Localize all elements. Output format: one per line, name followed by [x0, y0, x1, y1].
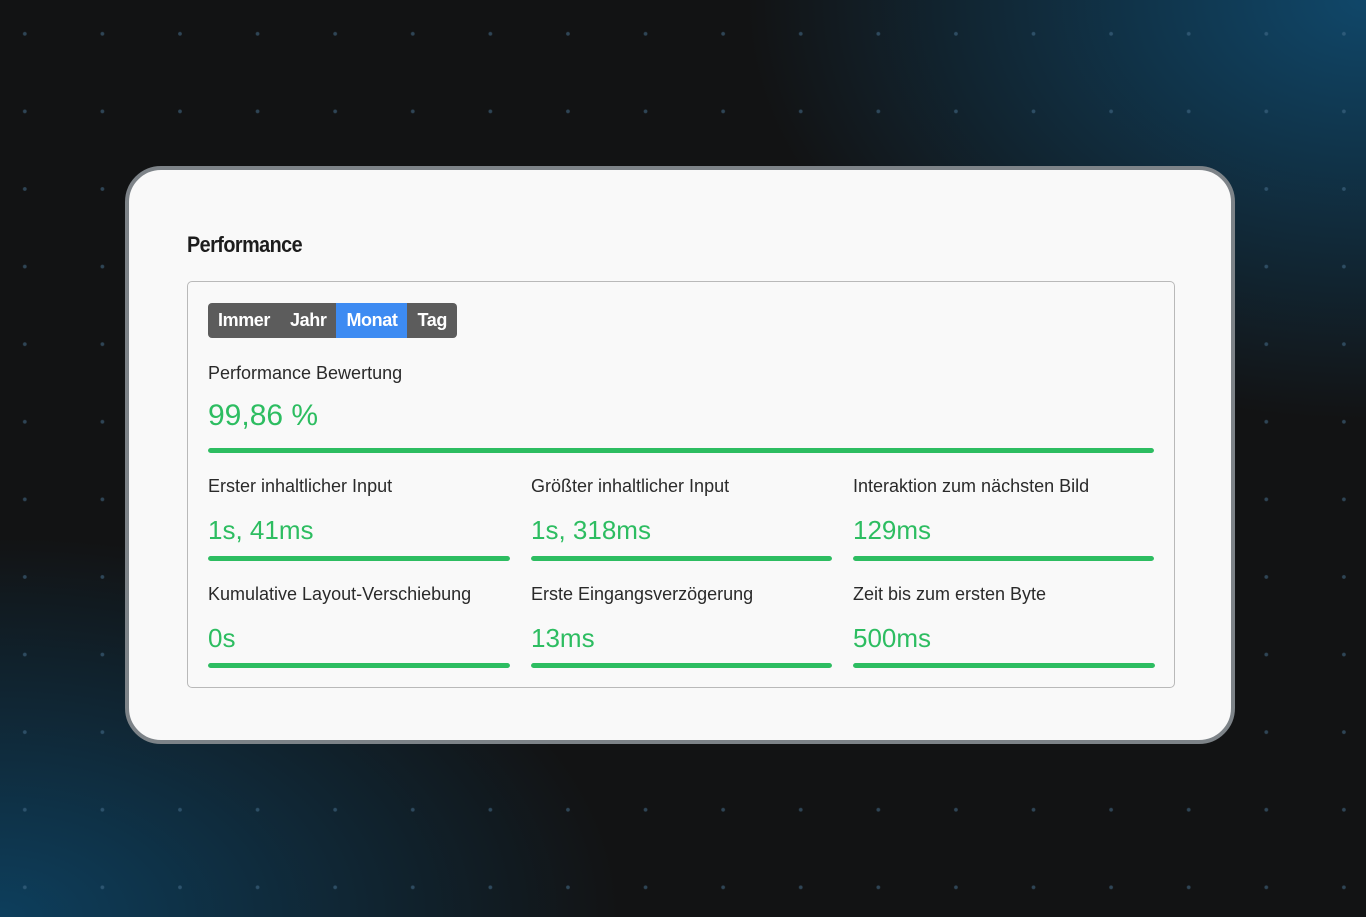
performance-score: Performance Bewertung 99,86 % — [208, 362, 1154, 453]
metric-label: Interaktion zum nächsten Bild — [853, 476, 1090, 496]
metric-value: 500ms — [853, 623, 932, 653]
tab-jahr[interactable]: Jahr — [280, 303, 336, 338]
metric-progress-bar — [208, 556, 510, 561]
metric-progress-fill — [853, 556, 1154, 561]
metric-progress-bar — [531, 556, 832, 561]
performance-card: Performance Immer Jahr Monat Tag Perform… — [125, 166, 1235, 744]
metric-progress-fill — [531, 663, 832, 668]
metric-first-contentful-input: Erster inhaltlicher Input 1s, 41ms — [208, 475, 510, 561]
metric-largest-contentful-input: Größter inhaltlicher Input 1s, 318ms — [531, 475, 832, 561]
metric-label: Erste Eingangsverzögerung — [531, 584, 754, 604]
score-progress-fill — [208, 448, 1154, 453]
metric-value: 13ms — [531, 623, 595, 653]
tab-immer[interactable]: Immer — [208, 303, 280, 338]
score-label: Performance Bewertung — [208, 363, 403, 383]
metric-first-input-delay: Erste Eingangsverzögerung 13ms — [531, 583, 832, 668]
metric-value: 1s, 41ms — [208, 515, 314, 545]
metric-progress-bar — [208, 663, 510, 668]
period-tab-group: Immer Jahr Monat Tag — [208, 303, 457, 338]
metric-value: 0s — [208, 623, 236, 653]
metric-label: Erster inhaltlicher Input — [208, 476, 393, 496]
card-title: Performance — [187, 232, 303, 257]
metric-progress-bar — [853, 556, 1154, 561]
score-value: 99,86 % — [208, 399, 319, 432]
metric-time-to-first-byte: Zeit bis zum ersten Byte 500ms — [853, 583, 1155, 668]
tab-tag[interactable]: Tag — [407, 303, 456, 338]
metric-interaction-to-next-paint: Interaktion zum nächsten Bild 129ms — [853, 475, 1154, 561]
metric-value: 1s, 318ms — [531, 515, 651, 545]
metric-progress-bar — [531, 663, 832, 668]
metric-progress-bar — [853, 663, 1155, 668]
metric-progress-fill — [853, 663, 1155, 668]
metric-cumulative-layout-shift: Kumulative Layout-Verschiebung 0s — [208, 583, 510, 668]
score-progress-bar — [208, 448, 1154, 453]
performance-panel: Immer Jahr Monat Tag Performance Bewertu… — [187, 281, 1175, 688]
metric-progress-fill — [208, 556, 510, 561]
tab-monat[interactable]: Monat — [336, 303, 408, 338]
metric-label: Kumulative Layout-Verschiebung — [208, 584, 472, 604]
metric-label: Zeit bis zum ersten Byte — [853, 584, 1047, 604]
metric-value: 129ms — [853, 515, 932, 545]
metric-progress-fill — [208, 663, 510, 668]
metric-label: Größter inhaltlicher Input — [531, 476, 730, 496]
metric-progress-fill — [531, 556, 832, 561]
